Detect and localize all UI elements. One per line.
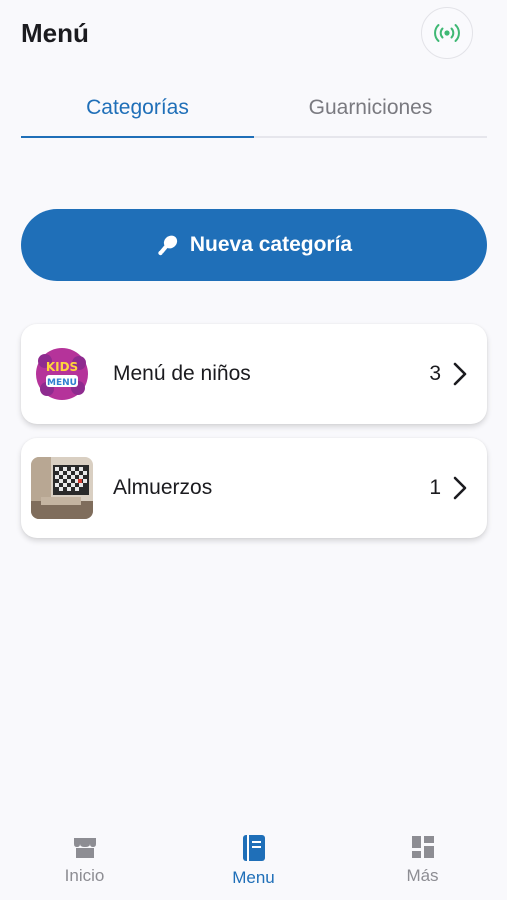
tab-guarniciones[interactable]: Guarniciones <box>254 80 487 136</box>
store-icon <box>73 838 96 858</box>
category-name: Menú de niños <box>113 362 251 385</box>
new-category-label: Nueva categoría <box>189 233 353 256</box>
broadcast-icon <box>434 24 460 42</box>
nav-label-mas: Más <box>406 866 439 885</box>
nav-label-menu: Menu <box>232 868 275 887</box>
category-item-almuerzos[interactable]: Almuerzos 1 <box>21 438 487 538</box>
book-icon <box>242 835 265 861</box>
nav-item-menu[interactable]: Menu <box>169 820 338 900</box>
chevron-right-icon <box>449 473 471 503</box>
bottom-navigation: Inicio Menu Más <box>0 820 507 900</box>
drumstick-icon <box>158 235 177 256</box>
new-category-button[interactable]: Nueva categoría <box>21 209 487 281</box>
page-title: Menú <box>21 18 89 48</box>
svg-text:KIDS: KIDS <box>46 360 78 374</box>
nav-label-inicio: Inicio <box>64 866 105 885</box>
category-count: 3 <box>429 362 441 385</box>
nav-item-inicio[interactable]: Inicio <box>0 820 169 900</box>
grid-icon <box>411 836 434 858</box>
chevron-right-icon <box>449 359 471 389</box>
category-item-kids-menu[interactable]: KIDS MENU Menú de niños 3 <box>21 324 487 424</box>
tab-categorias[interactable]: Categorías <box>21 80 254 138</box>
kids-menu-thumbnail: KIDS MENU <box>31 343 93 405</box>
category-name: Almuerzos <box>113 476 213 499</box>
category-count: 1 <box>429 476 441 499</box>
svg-text:MENU: MENU <box>47 378 77 388</box>
almuerzos-thumbnail <box>31 457 93 519</box>
nav-item-mas[interactable]: Más <box>338 820 507 900</box>
app-header: Menú <box>0 0 507 70</box>
live-status-button[interactable] <box>421 7 473 59</box>
tab-bar: Categorías Guarniciones <box>21 80 487 138</box>
